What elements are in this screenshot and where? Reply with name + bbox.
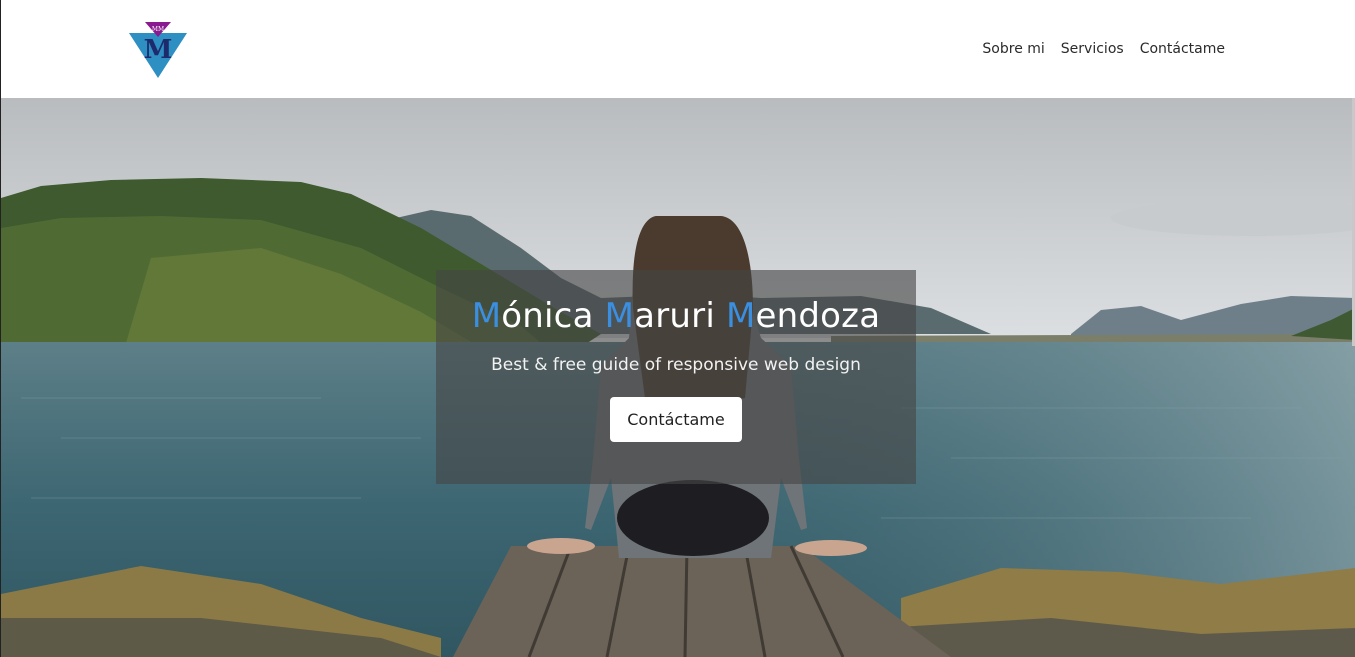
- hero-overlay-card: Mónica Maruri Mendoza Best & free guide …: [436, 270, 916, 484]
- title-initial-3: M: [725, 296, 756, 336]
- page: MM M Sobre mi Servicios Contáctame Mónic…: [0, 0, 1355, 657]
- nav-link-servicios[interactable]: Servicios: [1061, 38, 1124, 60]
- navbar: MM M Sobre mi Servicios Contáctame: [1, 0, 1355, 98]
- brand-logo[interactable]: MM M: [127, 20, 189, 80]
- title-word-3: endoza: [755, 296, 881, 336]
- hero-subtitle: Best & free guide of responsive web desi…: [491, 355, 861, 375]
- logo-letter: M: [144, 35, 173, 65]
- main-nav: Sobre mi Servicios Contáctame: [982, 38, 1225, 60]
- logo-initials: MM: [152, 26, 164, 33]
- nav-link-sobre-mi[interactable]: Sobre mi: [982, 38, 1044, 60]
- hero-section: Mónica Maruri Mendoza Best & free guide …: [1, 98, 1355, 657]
- nav-link-contactame[interactable]: Contáctame: [1140, 38, 1225, 60]
- logo-mark: MM M: [129, 22, 187, 78]
- contact-button[interactable]: Contáctame: [610, 397, 742, 442]
- title-initial-2: M: [604, 296, 635, 336]
- hero-title: Mónica Maruri Mendoza: [436, 294, 916, 338]
- title-initial-1: M: [471, 296, 502, 336]
- title-word-2: aruri: [634, 296, 715, 336]
- title-word-1: ónica: [501, 296, 594, 336]
